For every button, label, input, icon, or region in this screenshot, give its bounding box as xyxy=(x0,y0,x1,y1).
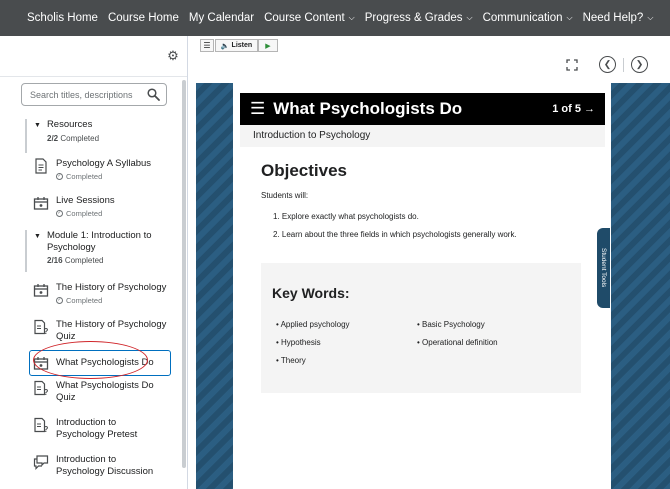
topic-history-quiz[interactable]: ? The History of Psychology Quiz xyxy=(30,319,170,343)
chevron-down-icon: ⌵ xyxy=(647,13,654,22)
chevron-down-icon: ⌵ xyxy=(348,13,355,22)
nav-progress-grades[interactable]: Progress & Grades ⌵ xyxy=(365,12,473,24)
calendar-icon xyxy=(33,197,49,210)
svg-text:?: ? xyxy=(44,388,49,396)
quiz-icon: ? xyxy=(34,319,49,335)
completed-status: ✓ Completed xyxy=(56,172,103,181)
divider xyxy=(623,58,624,72)
topic-label: What Psychologists Do Quiz xyxy=(56,380,154,403)
listen-label: Listen xyxy=(231,42,253,49)
topic-label: The History of Psychology xyxy=(56,282,167,293)
module-resources[interactable]: ▼ Resources 2/2 Completed xyxy=(25,119,175,153)
key-words-box: Key Words: • Applied psychology • Basic … xyxy=(261,263,581,393)
search-box xyxy=(21,83,167,106)
chevron-down-icon: ⌵ xyxy=(466,13,473,22)
topic-intro-discussion[interactable]: Introduction to Psychology Discussion xyxy=(30,454,170,478)
nav-communication[interactable]: Communication ⌵ xyxy=(483,12,573,24)
hamburger-icon[interactable]: ☰ xyxy=(250,99,265,119)
previous-topic-button[interactable]: ❮ xyxy=(599,56,616,73)
decorative-stripes xyxy=(611,83,670,489)
completed-status: ✓ Completed xyxy=(56,296,103,305)
collapse-triangle-icon: ▼ xyxy=(34,122,41,129)
topic-label: Psychology A Syllabus xyxy=(56,158,152,169)
topic-label: Introduction to Psychology Discussion xyxy=(56,454,154,477)
quiz-icon: ? xyxy=(34,417,49,433)
search-icon[interactable] xyxy=(147,88,160,101)
play-button[interactable]: ▶ xyxy=(258,39,278,52)
page-indicator[interactable]: 1 of 5 → xyxy=(552,103,595,115)
nav-course-home[interactable]: Course Home xyxy=(108,12,179,24)
nav-scholis-home[interactable]: Scholis Home xyxy=(27,12,98,24)
sidebar-scrollbar[interactable] xyxy=(182,80,186,468)
gear-icon[interactable]: ⚙ xyxy=(166,49,180,63)
topic-label: Introduction to Psychology Pretest xyxy=(56,417,138,440)
topic-label: The History of Psychology Quiz xyxy=(56,319,167,342)
chevron-down-icon: ⌵ xyxy=(566,13,573,22)
module-status: 2/2 Completed xyxy=(47,134,100,143)
chevron-left-icon: ❮ xyxy=(603,59,612,69)
lesson-subtitle: Introduction to Psychology xyxy=(240,125,605,147)
module-title: Resources xyxy=(46,119,93,130)
search-input[interactable] xyxy=(30,88,145,102)
topic-live-sessions[interactable]: Live Sessions ✓ Completed xyxy=(30,195,170,218)
lesson-frame: ☰ What Psychologists Do 1 of 5 → Introdu… xyxy=(196,83,670,489)
listen-button[interactable]: 🔈 Listen xyxy=(215,39,258,52)
module-1-introduction[interactable]: ▼ Module 1: Introduction to Psychology 2/… xyxy=(25,230,175,272)
topic-psychology-syllabus[interactable]: Psychology A Syllabus ✓ Completed xyxy=(30,158,170,181)
chevron-right-icon: ❯ xyxy=(635,59,644,69)
svg-text:?: ? xyxy=(44,425,49,433)
lesson-title: What Psychologists Do xyxy=(273,99,463,118)
check-circle-icon: ✓ xyxy=(56,210,63,217)
students-will-text: Students will: xyxy=(261,191,309,200)
hamburger-icon: ☰ xyxy=(203,41,211,50)
key-word: • Basic Psychology xyxy=(417,320,485,329)
annotation-circle xyxy=(33,341,148,379)
collapse-triangle-icon: ▼ xyxy=(34,233,41,240)
fullscreen-icon[interactable] xyxy=(566,59,578,71)
next-topic-button[interactable]: ❯ xyxy=(631,56,648,73)
quiz-icon: ? xyxy=(34,380,49,396)
module-title: Module 1: Introduction to Psychology xyxy=(46,230,152,253)
check-circle-icon: ✓ xyxy=(56,173,63,180)
student-tools-tab[interactable]: Student Tools xyxy=(597,228,610,308)
key-word: • Operational definition xyxy=(417,338,498,347)
document-icon xyxy=(35,158,47,174)
discussion-icon xyxy=(33,455,49,470)
nav-need-help[interactable]: Need Help? ⌵ xyxy=(583,12,654,24)
speaker-icon: 🔈 xyxy=(220,42,230,50)
completed-status: ✓ Completed xyxy=(56,209,103,218)
key-word: • Hypothesis xyxy=(276,338,321,347)
decorative-stripes xyxy=(196,83,233,489)
objectives-list: 1. Explore exactly what psychologists do… xyxy=(273,208,517,244)
topic-label: Live Sessions xyxy=(56,195,115,206)
module-status: 2/16 Completed xyxy=(47,256,104,265)
top-navbar: Scholis Home Course Home My Calendar Cou… xyxy=(0,0,670,36)
calendar-icon xyxy=(33,284,49,297)
nav-course-content[interactable]: Course Content ⌵ xyxy=(264,12,355,24)
topic-intro-pretest[interactable]: ? Introduction to Psychology Pretest xyxy=(30,417,170,441)
check-circle-icon: ✓ xyxy=(56,297,63,304)
key-words-heading: Key Words: xyxy=(272,285,350,301)
topic-history-of-psychology[interactable]: The History of Psychology ✓ Completed xyxy=(30,282,170,305)
topic-what-psychologists-do-quiz[interactable]: ? What Psychologists Do Quiz xyxy=(30,380,170,404)
content-sidebar: ⚙ ▼ Resources 2/2 Completed Psychology A … xyxy=(0,36,188,489)
key-word: • Theory xyxy=(276,356,306,365)
key-word: • Applied psychology xyxy=(276,320,350,329)
svg-text:?: ? xyxy=(44,327,49,335)
objective-item: 1. Explore exactly what psychologists do… xyxy=(273,212,419,221)
nav-my-calendar[interactable]: My Calendar xyxy=(189,12,254,24)
divider xyxy=(0,76,187,77)
objectives-heading: Objectives xyxy=(261,161,347,180)
menu-toggle-button[interactable]: ☰ xyxy=(200,39,214,52)
lesson-title-bar: ☰ What Psychologists Do 1 of 5 → xyxy=(240,93,605,125)
play-icon: ▶ xyxy=(265,42,271,50)
lesson-page: ☰ What Psychologists Do 1 of 5 → Introdu… xyxy=(233,83,611,489)
content-viewer: ☰ 🔈 Listen ▶ ❮ ❯ ☰ What Psychologists Do… xyxy=(189,36,670,489)
objective-item: 2. Learn about the three fields in which… xyxy=(273,230,517,239)
student-tools-label: Student Tools xyxy=(600,248,607,288)
